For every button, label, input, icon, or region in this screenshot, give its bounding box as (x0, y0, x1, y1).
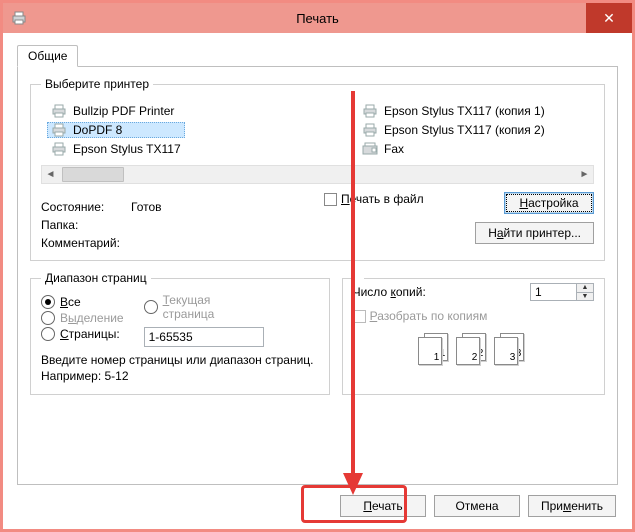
state-value: Готов (131, 200, 251, 214)
window-title: Печать (3, 11, 632, 26)
checkbox-box (353, 310, 366, 323)
tab-general[interactable]: Общие (17, 45, 78, 67)
printer-item-selected[interactable]: DoPDF 8 (47, 122, 185, 138)
apply-button[interactable]: Применить (528, 495, 616, 517)
comment-label: Комментарий: (41, 236, 131, 250)
printer-icon (51, 104, 67, 118)
titlebar: Печать ✕ (3, 3, 632, 33)
radio-dot (144, 300, 158, 314)
cancel-button[interactable]: Отмена (434, 495, 520, 517)
fax-icon (362, 142, 378, 156)
printer-item[interactable]: Epson Stylus TX117 (копия 2) (358, 122, 588, 138)
find-printer-button[interactable]: Найти принтер... (475, 222, 594, 244)
copies-group: . Число копий: 1 ▲ ▼ (342, 271, 605, 395)
copies-label: Число копий: (353, 285, 426, 299)
radio-current-label: Текущаястраница (163, 293, 215, 321)
print-to-file-checkbox[interactable]: Печать в файл (324, 192, 461, 206)
printer-group: Выберите принтер Bullzip PDF Printer DoP… (30, 77, 605, 261)
printer-app-icon (11, 10, 27, 26)
settings-button[interactable]: Настройка (504, 192, 594, 214)
radio-current-page: Текущаястраница (144, 293, 264, 321)
printer-item[interactable]: Epson Stylus TX117 (копия 1) (358, 103, 588, 119)
scroll-right-icon[interactable]: ► (576, 167, 593, 182)
radio-dot (41, 311, 55, 325)
printer-icon (51, 123, 67, 137)
printer-icon (362, 123, 378, 137)
radio-pages[interactable]: Страницы: (41, 327, 124, 341)
collate-label: Разобрать по копиям (370, 309, 488, 323)
checkbox-box (324, 193, 337, 206)
scroll-left-icon[interactable]: ◄ (42, 167, 59, 182)
printer-label: Epson Stylus TX117 (копия 1) (384, 104, 545, 118)
radio-pages-label: Страницы: (60, 327, 120, 341)
tab-page: Выберите принтер Bullzip PDF Printer DoP… (17, 67, 618, 485)
printer-label: Epson Stylus TX117 (73, 142, 181, 156)
spinner-down-icon[interactable]: ▼ (577, 293, 593, 301)
printer-item[interactable]: Epson Stylus TX117 (47, 141, 185, 157)
radio-all-label: Все (60, 295, 81, 309)
printer-item[interactable]: Bullzip PDF Printer (47, 103, 185, 119)
folder-label: Папка: (41, 218, 131, 232)
range-hint: Введите номер страницы или диапазон стра… (41, 353, 319, 384)
scroll-thumb[interactable] (62, 167, 124, 182)
printer-label: Epson Stylus TX117 (копия 2) (384, 123, 545, 137)
printer-item[interactable]: Fax (358, 141, 588, 157)
radio-all[interactable]: Все (41, 295, 124, 309)
printer-icon (362, 104, 378, 118)
print-button[interactable]: Печать (340, 495, 426, 517)
print-to-file-label: Печать в файл (341, 192, 424, 206)
range-legend: Диапазон страниц (41, 271, 151, 285)
page-range-group: Диапазон страниц Все Выделение (30, 271, 330, 395)
copies-spinner[interactable]: 1 ▲ ▼ (530, 283, 594, 301)
collate-illustration: 1 1 2 2 3 3 (353, 333, 594, 363)
spinner-up-icon[interactable]: ▲ (577, 284, 593, 293)
radio-selection: Выделение (41, 311, 124, 325)
copies-value[interactable]: 1 (530, 283, 576, 301)
state-label: Состояние: (41, 200, 131, 214)
tab-strip: Общие (17, 43, 618, 67)
pages-input[interactable] (144, 327, 264, 347)
footer-buttons: Печать Отмена Применить (340, 495, 616, 517)
radio-dot (41, 327, 55, 341)
radio-dot (41, 295, 55, 309)
printer-group-legend: Выберите принтер (41, 77, 153, 91)
printer-label: DoPDF 8 (73, 123, 122, 137)
printer-list: Bullzip PDF Printer DoPDF 8 Epson Stylus… (41, 99, 594, 159)
collate-checkbox: Разобрать по копиям (353, 309, 594, 323)
printer-label: Fax (384, 142, 404, 156)
horizontal-scrollbar[interactable]: ◄ ► (41, 165, 594, 184)
radio-selection-label: Выделение (60, 311, 124, 325)
close-button[interactable]: ✕ (586, 3, 632, 33)
printer-icon (51, 142, 67, 156)
printer-label: Bullzip PDF Printer (73, 104, 174, 118)
